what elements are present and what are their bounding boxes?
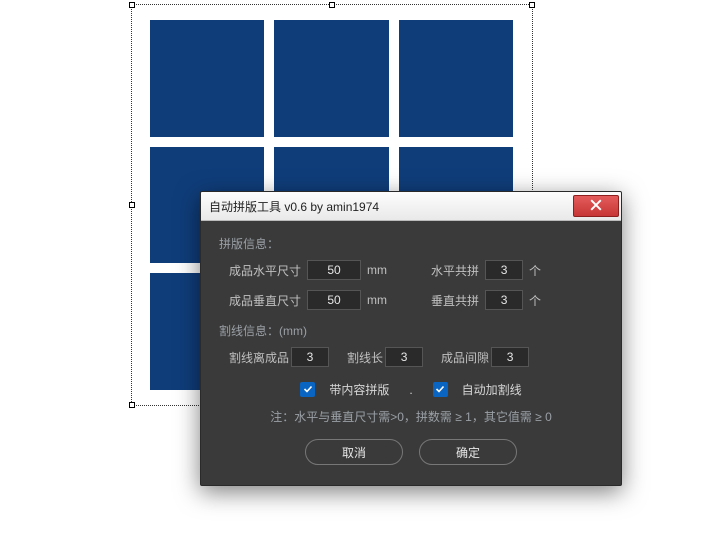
cancel-button-label: 取消 [342, 444, 366, 461]
unit-size-v: mm [367, 293, 387, 307]
section-imposition-label: 拼版信息： [219, 235, 603, 252]
input-size-v[interactable] [307, 290, 361, 310]
input-cut-offset[interactable] [291, 347, 329, 367]
label-auto-cutline: 自动加割线 [462, 381, 522, 398]
handle-top-left[interactable] [129, 2, 135, 8]
unit-count-h: 个 [529, 262, 541, 279]
label-gap: 成品间隙 [441, 349, 489, 366]
titlebar[interactable]: 自动拼版工具 v0.6 by amin1974 [201, 192, 621, 221]
button-row: 取消 确定 [219, 439, 603, 465]
row-cutline: 割线离成品 割线长 成品间隙 [219, 347, 603, 367]
input-size-h[interactable] [307, 260, 361, 280]
dialog-title: 自动拼版工具 v0.6 by amin1974 [209, 198, 573, 215]
label-count-v: 垂直共拼 [431, 292, 479, 309]
label-with-content: 带内容拼版 [329, 381, 389, 398]
dialog-body: 拼版信息： 成品水平尺寸 mm 水平共拼 个 成品垂直尺寸 mm 垂直共拼 个 [201, 221, 621, 485]
footer-note: 注：水平与垂直尺寸需>0，拼数需 ≥ 1，其它值需 ≥ 0 [219, 408, 603, 425]
label-size-v: 成品垂直尺寸 [229, 292, 301, 309]
handle-top[interactable] [329, 2, 335, 8]
checkbox-with-content[interactable] [300, 382, 315, 397]
unit-size-h: mm [367, 263, 387, 277]
label-cut-offset: 割线离成品 [229, 349, 289, 366]
close-icon [590, 199, 602, 214]
input-gap[interactable] [491, 347, 529, 367]
label-size-h: 成品水平尺寸 [229, 262, 301, 279]
checkbox-auto-cutline[interactable] [433, 382, 448, 397]
row-size-vertical: 成品垂直尺寸 mm 垂直共拼 个 [229, 290, 603, 310]
label-count-h: 水平共拼 [431, 262, 479, 279]
section-cutline-label: 割线信息：(mm) [219, 322, 603, 339]
handle-top-right[interactable] [529, 2, 535, 8]
grid-cell [399, 20, 513, 137]
ok-button[interactable]: 确定 [419, 439, 517, 465]
cancel-button[interactable]: 取消 [305, 439, 403, 465]
check-icon [303, 383, 313, 397]
close-button[interactable] [573, 195, 619, 217]
input-cut-length[interactable] [385, 347, 423, 367]
imposition-dialog: 自动拼版工具 v0.6 by amin1974 拼版信息： 成品水平尺寸 mm … [200, 191, 622, 486]
grid-cell [274, 20, 388, 137]
row-checkboxes: 带内容拼版 . 自动加割线 [219, 381, 603, 398]
input-count-h[interactable] [485, 260, 523, 280]
input-count-v[interactable] [485, 290, 523, 310]
handle-left[interactable] [129, 202, 135, 208]
grid-cell [150, 20, 264, 137]
ok-button-label: 确定 [456, 444, 480, 461]
unit-count-v: 个 [529, 292, 541, 309]
handle-bottom-left[interactable] [129, 402, 135, 408]
label-cut-length: 割线长 [347, 349, 383, 366]
check-icon [435, 383, 445, 397]
row-size-horizontal: 成品水平尺寸 mm 水平共拼 个 [229, 260, 603, 280]
separator-dot: . [409, 383, 412, 397]
